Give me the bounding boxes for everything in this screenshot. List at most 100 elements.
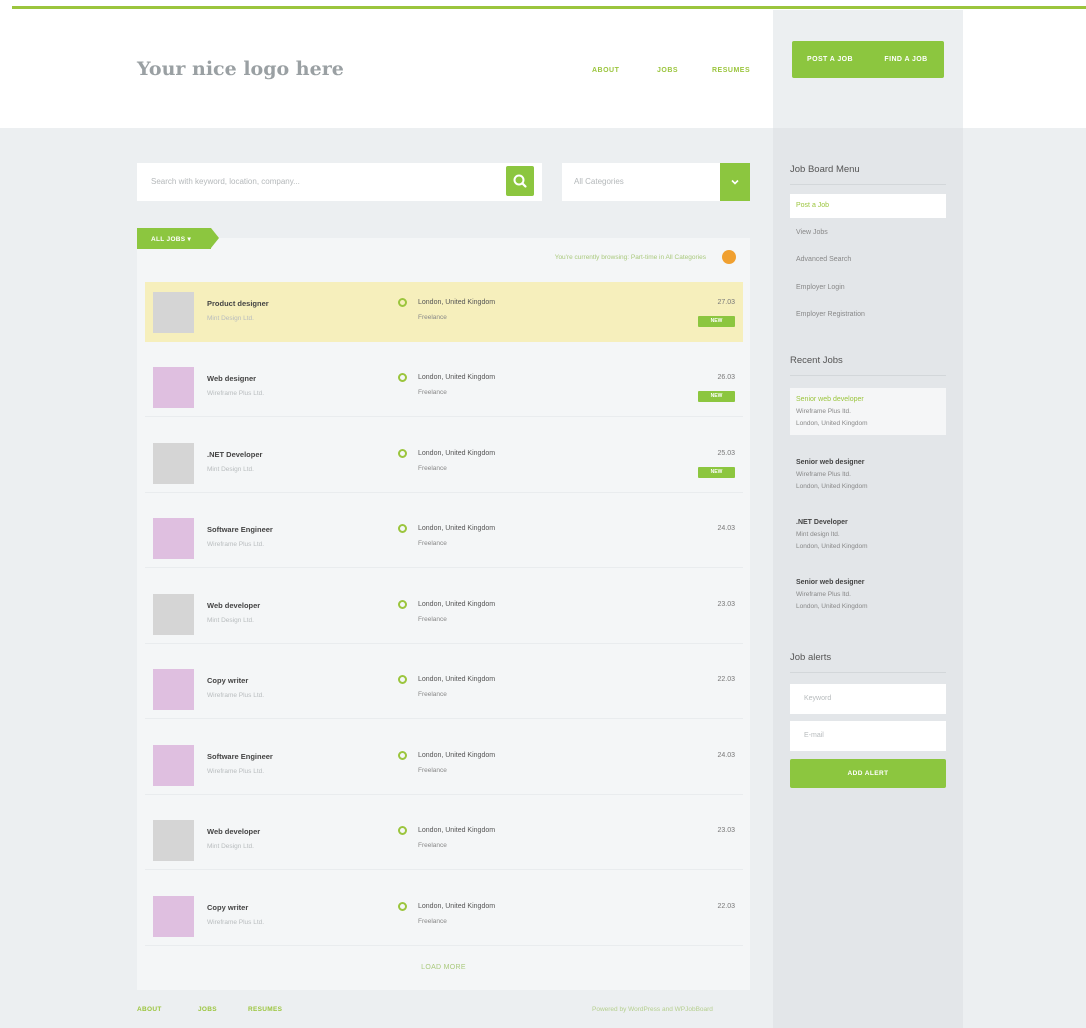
job-company: Mint Design Ltd. bbox=[207, 843, 254, 850]
location-pin-icon bbox=[398, 524, 407, 533]
search-button[interactable] bbox=[506, 166, 534, 196]
job-type: Freelance bbox=[418, 314, 447, 321]
footer-resumes[interactable]: RESUMES bbox=[248, 1006, 282, 1013]
category-dropdown-button[interactable] bbox=[720, 163, 750, 201]
find-job-button[interactable]: FIND A JOB bbox=[868, 41, 944, 78]
alerts-title: Job alerts bbox=[790, 652, 832, 663]
rss-icon[interactable] bbox=[722, 250, 736, 264]
job-row[interactable]: Copy writer Wireframe Plus Ltd. London, Un… bbox=[145, 886, 743, 946]
company-logo bbox=[153, 896, 194, 937]
search-icon bbox=[513, 174, 527, 188]
company-logo bbox=[153, 745, 194, 786]
load-more-button[interactable]: LOAD MORE bbox=[137, 964, 750, 971]
job-date: 25.03 bbox=[717, 450, 735, 457]
logo[interactable]: Your nice logo here bbox=[137, 58, 344, 80]
recent-job-location: London, United Kingdom bbox=[796, 483, 868, 490]
job-type: Freelance bbox=[418, 540, 447, 547]
recent-job[interactable]: Senior web developer Wireframe Plus ltd.… bbox=[790, 388, 946, 435]
menu-item-employer-registration[interactable]: Employer Registration bbox=[790, 303, 946, 327]
job-company: Mint Design Ltd. bbox=[207, 617, 254, 624]
job-type: Freelance bbox=[418, 616, 447, 623]
job-company: Wireframe Plus Ltd. bbox=[207, 919, 265, 926]
job-title[interactable]: Web designer bbox=[207, 374, 256, 383]
job-date: 27.03 bbox=[717, 299, 735, 306]
email-field[interactable]: E-mail bbox=[790, 721, 946, 751]
nav-jobs[interactable]: JOBS bbox=[657, 67, 678, 74]
job-row[interactable]: Software Engineer Wireframe Plus Ltd. Lond… bbox=[145, 508, 743, 568]
divider bbox=[790, 375, 946, 376]
job-title[interactable]: Product designer bbox=[207, 299, 269, 308]
filter-status: You're currently browsing: Part-time in … bbox=[554, 254, 706, 261]
job-title[interactable]: .NET Developer bbox=[207, 450, 262, 459]
footer-jobs[interactable]: JOBS bbox=[198, 1006, 217, 1013]
menu-item-advanced-search[interactable]: Advanced Search bbox=[790, 248, 946, 272]
job-date: 23.03 bbox=[717, 601, 735, 608]
job-row[interactable]: Copy writer Wireframe Plus Ltd. London, Un… bbox=[145, 659, 743, 719]
recent-job-company: Mint design ltd. bbox=[796, 531, 840, 538]
job-list: You're currently browsing: Part-time in … bbox=[137, 238, 750, 990]
job-row[interactable]: Software Engineer Wireframe Plus Ltd. Lond… bbox=[145, 735, 743, 795]
job-company: Mint Design Ltd. bbox=[207, 315, 254, 322]
job-title[interactable]: Copy writer bbox=[207, 903, 248, 912]
add-alert-button[interactable]: ADD ALERT bbox=[790, 759, 946, 788]
recent-job[interactable]: Senior web designer Wireframe Plus ltd. … bbox=[790, 571, 946, 618]
nav-about[interactable]: ABOUT bbox=[592, 67, 619, 74]
keyword-field[interactable]: Keyword bbox=[790, 684, 946, 714]
recent-job-company: Wireframe Plus ltd. bbox=[796, 591, 851, 598]
nav-resumes[interactable]: RESUMES bbox=[712, 67, 750, 74]
job-title[interactable]: Software Engineer bbox=[207, 525, 273, 534]
caret-down-icon: ▾ bbox=[187, 236, 192, 243]
job-company: Wireframe Plus Ltd. bbox=[207, 692, 265, 699]
company-logo bbox=[153, 594, 194, 635]
job-date: 26.03 bbox=[717, 374, 735, 381]
job-location: London, United Kingdom bbox=[418, 601, 496, 608]
job-type: Freelance bbox=[418, 465, 447, 472]
new-badge: NEW bbox=[698, 391, 735, 402]
company-logo bbox=[153, 518, 194, 559]
recent-job-company: Wireframe Plus ltd. bbox=[796, 408, 851, 415]
recent-job-location: London, United Kingdom bbox=[796, 543, 868, 550]
company-logo bbox=[153, 443, 194, 484]
top-stripe bbox=[0, 0, 1086, 10]
search-placeholder: Search with keyword, location, company..… bbox=[151, 177, 300, 186]
job-row[interactable]: Product designer Mint Design Ltd. London, … bbox=[145, 282, 743, 342]
job-row[interactable]: .NET Developer Mint Design Ltd. London, Un… bbox=[145, 433, 743, 493]
post-job-button[interactable]: POST A JOB bbox=[792, 41, 868, 78]
menu-item-view-jobs[interactable]: View Jobs bbox=[790, 221, 946, 245]
location-pin-icon bbox=[398, 600, 407, 609]
job-row[interactable]: Web developer Mint Design Ltd. London, Uni… bbox=[145, 810, 743, 870]
company-logo bbox=[153, 367, 194, 408]
job-date: 23.03 bbox=[717, 827, 735, 834]
recent-job-title: .NET Developer bbox=[796, 519, 848, 526]
recent-job[interactable]: Senior web designer Wireframe Plus ltd. … bbox=[790, 451, 946, 498]
job-date: 22.03 bbox=[717, 676, 735, 683]
job-row[interactable]: Web developer Mint Design Ltd. London, Uni… bbox=[145, 584, 743, 644]
company-logo bbox=[153, 669, 194, 710]
category-select[interactable]: All Categories bbox=[562, 163, 750, 201]
job-type: Freelance bbox=[418, 389, 447, 396]
job-title[interactable]: Web developer bbox=[207, 601, 260, 610]
menu-item-employer-login[interactable]: Employer Login bbox=[790, 276, 946, 300]
divider bbox=[790, 672, 946, 673]
location-pin-icon bbox=[398, 675, 407, 684]
footer-about[interactable]: ABOUT bbox=[137, 1006, 162, 1013]
job-company: Mint Design Ltd. bbox=[207, 466, 254, 473]
job-type: Freelance bbox=[418, 842, 447, 849]
location-pin-icon bbox=[398, 373, 407, 382]
job-title[interactable]: Copy writer bbox=[207, 676, 248, 685]
all-jobs-tab[interactable]: ALL JOBS ▾ bbox=[137, 228, 219, 249]
menu-item-post-job[interactable]: Post a Job bbox=[790, 194, 946, 218]
job-date: 22.03 bbox=[717, 903, 735, 910]
job-row[interactable]: Web designer Wireframe Plus Ltd. London, U… bbox=[145, 357, 743, 417]
recent-job[interactable]: .NET Developer Mint design ltd. London, … bbox=[790, 511, 946, 558]
job-location: London, United Kingdom bbox=[418, 827, 496, 834]
menu-title: Job Board Menu bbox=[790, 164, 860, 175]
powered-by: Powered by WordPress and WPJobBoard bbox=[592, 1006, 713, 1013]
job-location: London, United Kingdom bbox=[418, 676, 496, 683]
job-type: Freelance bbox=[418, 691, 447, 698]
job-title[interactable]: Web developer bbox=[207, 827, 260, 836]
search-input[interactable]: Search with keyword, location, company..… bbox=[137, 163, 542, 201]
recent-job-title: Senior web developer bbox=[796, 396, 864, 403]
job-location: London, United Kingdom bbox=[418, 374, 496, 381]
job-title[interactable]: Software Engineer bbox=[207, 752, 273, 761]
